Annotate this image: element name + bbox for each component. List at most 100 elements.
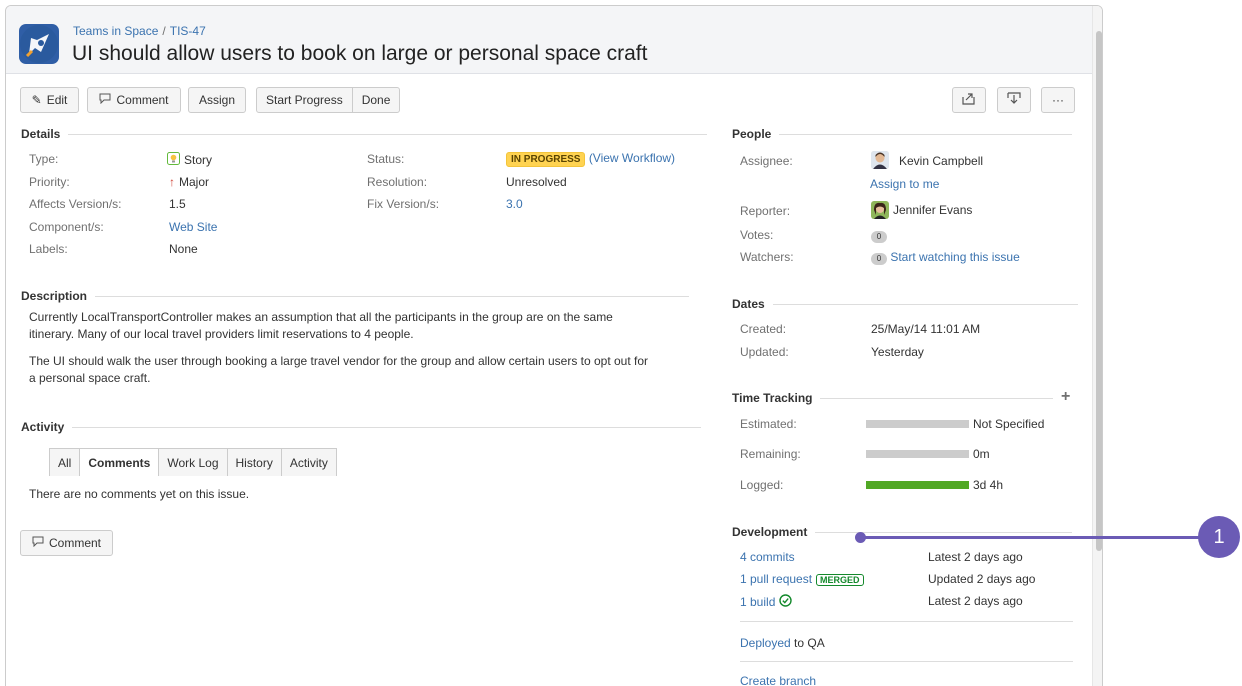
deployed-target: to QA [790,636,825,650]
more-actions-button[interactable]: ··· [1041,87,1075,113]
fix-version-link[interactable]: 3.0 [506,197,523,211]
view-workflow-link[interactable]: (View Workflow) [589,151,675,165]
status-value: IN PROGRESS (View Workflow) [506,151,675,167]
edit-label: Edit [46,93,68,107]
assign-button[interactable]: Assign [188,87,246,113]
tab-work-log[interactable]: Work Log [158,448,228,476]
deployed-link[interactable]: Deployed [740,636,791,650]
share-button[interactable] [952,87,986,113]
deployed-row: Deployed to QA [740,636,825,650]
scrollbar[interactable] [1092,6,1102,686]
comment-button[interactable]: Comment [87,87,181,113]
affects-version-label: Affects Version/s: [29,197,122,211]
add-time-button[interactable]: + [1061,388,1070,406]
watchers-badge: 0 [871,253,887,265]
activity-rule [72,426,702,428]
description-p2-line1: The UI should walk the user through book… [29,354,649,368]
details-heading: Details [21,127,708,141]
remaining-label: Remaining: [740,447,801,461]
share-icon [962,92,976,108]
breadcrumb: Teams in Space / TIS-47 [73,24,206,38]
description-heading: Description [21,289,690,303]
people-heading-text: People [732,127,772,141]
description-rule [95,295,690,297]
start-watching-link[interactable]: Start watching this issue [890,250,1019,264]
commits-link[interactable]: 4 commits [740,550,795,564]
edit-button[interactable]: ✎ Edit [20,87,79,113]
updated-value: Yesterday [871,345,924,359]
story-icon [167,152,180,168]
pencil-icon: ✎ [31,93,42,107]
votes-count[interactable]: 0 [871,228,887,243]
start-progress-button[interactable]: Start Progress [257,88,352,112]
breadcrumb-project[interactable]: Teams in Space [73,24,158,38]
dates-heading-text: Dates [732,297,765,311]
component-link[interactable]: Web Site [169,220,217,234]
issue-title: UI should allow users to book on large o… [72,42,648,65]
comment-icon [32,536,44,550]
pull-request-link[interactable]: 1 pull request [740,572,812,586]
priority-label: Priority: [29,175,70,189]
status-label: Status: [367,152,405,166]
dates-heading: Dates [732,297,1078,311]
comment-icon [99,93,111,107]
details-rule [68,133,708,135]
tab-all[interactable]: All [49,448,81,476]
resolution-label: Resolution: [367,175,428,189]
breadcrumb-separator: / [162,24,166,38]
estimated-label: Estimated: [740,417,797,431]
export-button[interactable] [997,87,1031,113]
tab-history[interactable]: History [226,448,282,476]
votes-badge: 0 [871,231,887,243]
development-heading-text: Development [732,525,808,539]
tab-activity[interactable]: Activity [280,448,337,476]
workflow-button-group: Start Progress Done [256,87,401,113]
done-button[interactable]: Done [351,88,400,112]
priority-value-text: Major [179,175,210,189]
no-comments-message: There are no comments yet on this issue. [29,487,250,501]
add-comment-button[interactable]: Comment [20,530,113,556]
scroll-thumb[interactable] [1096,31,1102,551]
fix-version-label: Fix Version/s: [367,197,440,211]
reporter-name[interactable]: Jennifer Evans [893,203,972,217]
commits-meta: Latest 2 days ago [928,550,1023,564]
priority-up-arrow-icon: ↑ [169,175,175,189]
reporter-avatar [871,201,889,219]
description-p2-line2: a personal space craft. [29,371,151,385]
remaining-bar [866,450,969,458]
type-value: Story [167,152,212,168]
development-divider-2 [740,661,1073,662]
development-rule [815,531,1073,533]
remaining-value: 0m [973,447,990,461]
callout-number-badge: 1 [1198,516,1240,558]
time-tracking-rule [820,397,1054,399]
assignee-avatar [871,151,889,169]
activity-heading: Activity [21,420,702,434]
type-label: Type: [29,152,59,166]
tab-comments[interactable]: Comments [79,448,160,476]
export-icon [1007,92,1021,108]
create-branch-link[interactable]: Create branch [740,674,816,686]
type-value-text: Story [184,153,213,167]
callout-dot [855,532,866,543]
pull-request-row: 1 pull request MERGED [740,572,864,586]
assign-to-me-link[interactable]: Assign to me [870,177,939,191]
activity-heading-text: Activity [21,420,65,434]
activity-tabs: All Comments Work Log History Activity [49,448,337,476]
build-success-check-icon [779,594,793,610]
breadcrumb-issue-key[interactable]: TIS-47 [170,24,206,38]
build-link[interactable]: 1 build [740,595,775,609]
development-divider-1 [740,621,1073,622]
pull-request-meta: Updated 2 days ago [928,572,1036,586]
assignee-name[interactable]: Kevin Campbell [899,154,983,168]
logged-bar [866,481,969,489]
project-rocket-icon[interactable] [19,24,59,64]
watchers-row: 0 Start watching this issue [871,250,1020,265]
watchers-label: Watchers: [740,250,794,264]
dates-rule [772,303,1078,305]
updated-label: Updated: [740,345,789,359]
votes-label: Votes: [740,228,774,242]
status-lozenge: IN PROGRESS [506,152,586,167]
build-meta: Latest 2 days ago [928,594,1023,608]
people-heading: People [732,127,1073,141]
